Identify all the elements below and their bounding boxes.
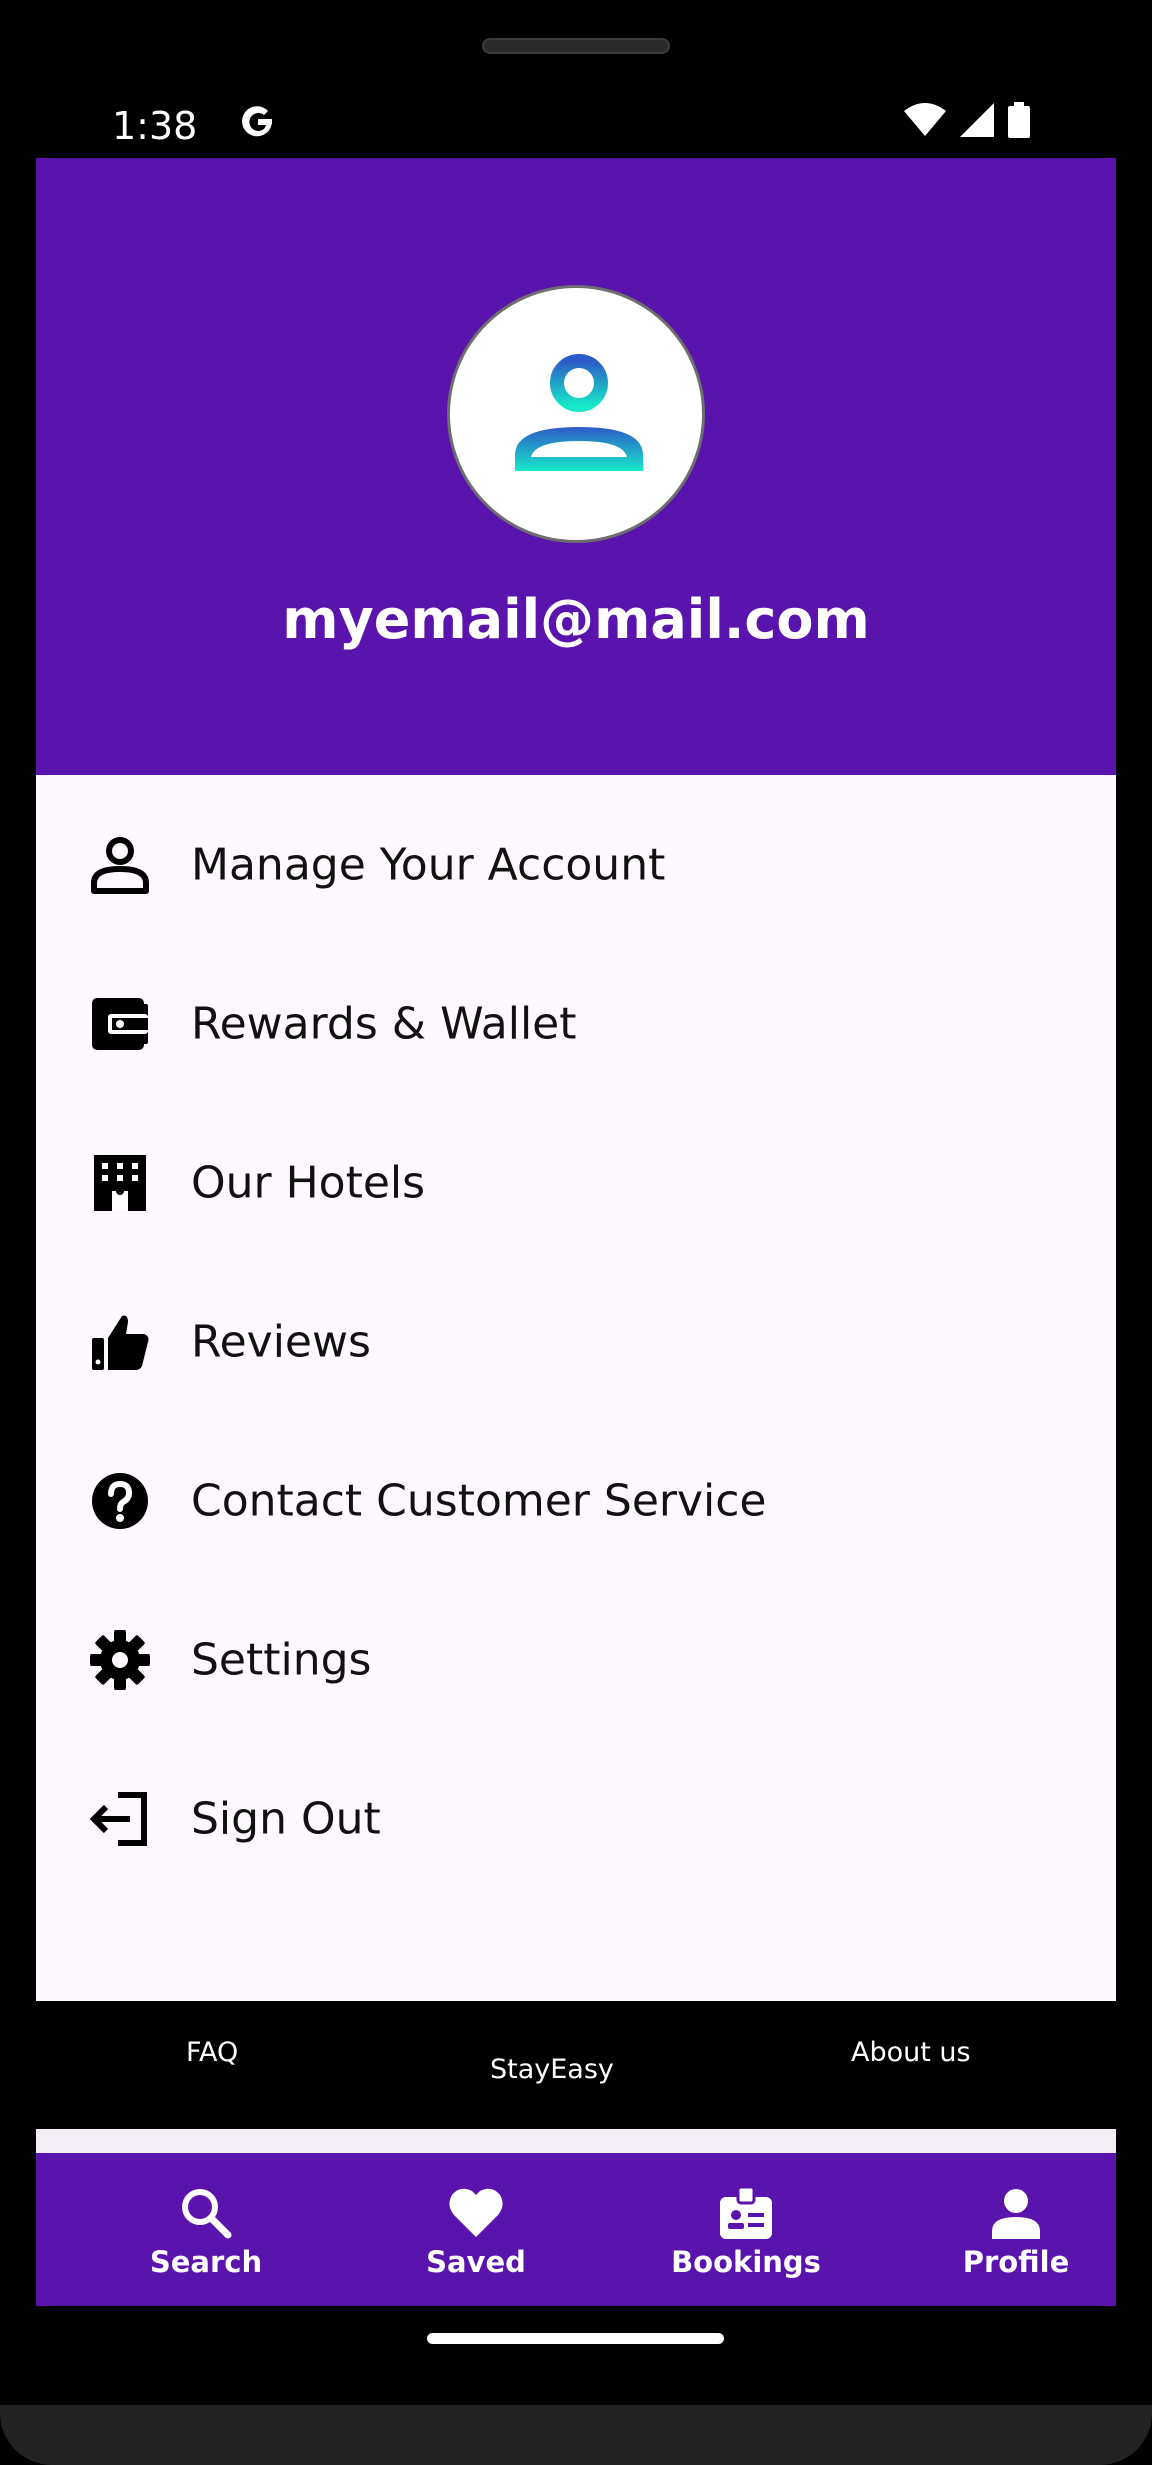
- divider: [36, 2129, 1116, 2153]
- status-bar: 1:38: [36, 92, 1116, 158]
- thumb-up-icon: [92, 1315, 149, 1370]
- menu-item-manage-account[interactable]: Manage Your Account: [36, 785, 1116, 944]
- logout-icon: [89, 1791, 147, 1846]
- nav-bookings[interactable]: Bookings: [611, 2153, 881, 2306]
- person-icon: [992, 2189, 1040, 2239]
- menu-item-rewards-wallet[interactable]: Rewards & Wallet: [36, 944, 1116, 1103]
- hotel-icon: [94, 1154, 146, 1211]
- nav-label: Profile: [962, 2245, 1070, 2279]
- speaker-grille: [482, 38, 670, 54]
- menu-item-sign-out[interactable]: Sign Out: [36, 1739, 1116, 1898]
- profile-header: myemail@mail.com: [36, 158, 1116, 775]
- heart-icon: [449, 2188, 503, 2237]
- wifi-icon: [904, 103, 946, 136]
- user-email: myemail@mail.com: [282, 588, 870, 651]
- home-indicator[interactable]: [427, 2333, 724, 2344]
- nav-profile[interactable]: Profile: [881, 2153, 1116, 2306]
- menu-item-reviews[interactable]: Reviews: [36, 1262, 1116, 1421]
- menu-item-label: Settings: [191, 1634, 372, 1685]
- bottom-navigation: Search Saved Bookings Profile: [36, 2153, 1116, 2306]
- gear-icon: [90, 1629, 150, 1690]
- menu-item-label: Contact Customer Service: [191, 1475, 767, 1526]
- menu-item-label: Sign Out: [191, 1793, 381, 1844]
- menu-item-contact-service[interactable]: Contact Customer Service: [36, 1421, 1116, 1580]
- footer: FAQ StayEasy About us: [36, 2001, 1116, 2129]
- person-outline-icon: [91, 836, 149, 894]
- account-menu: Manage Your Account Rewards & Wallet Our…: [36, 775, 1116, 2000]
- person-icon: [515, 354, 643, 471]
- menu-item-our-hotels[interactable]: Our Hotels: [36, 1103, 1116, 1262]
- google-icon: [242, 106, 273, 137]
- battery-icon: [1008, 102, 1030, 138]
- brand-name: StayEasy: [490, 2054, 614, 2085]
- search-icon: [182, 2189, 232, 2239]
- device-frame: 1:38 myemail@mail.com Manage Your Accoun…: [0, 0, 1152, 2465]
- avatar[interactable]: [447, 285, 705, 543]
- menu-item-label: Our Hotels: [191, 1157, 426, 1208]
- app-screen: myemail@mail.com Manage Your Account Rew…: [36, 158, 1116, 2306]
- nav-search[interactable]: Search: [71, 2153, 341, 2306]
- signal-icon: [960, 103, 994, 137]
- menu-item-settings[interactable]: Settings: [36, 1580, 1116, 1739]
- help-circle-icon: [92, 1472, 148, 1529]
- wallet-icon: [92, 997, 148, 1050]
- menu-item-label: Reviews: [191, 1316, 371, 1367]
- nav-label: Bookings: [671, 2245, 821, 2279]
- device-chin: [0, 2405, 1152, 2465]
- faq-link[interactable]: FAQ: [186, 2037, 238, 2068]
- menu-item-label: Manage Your Account: [191, 839, 666, 890]
- nav-label: Saved: [426, 2245, 526, 2279]
- badge-icon: [720, 2185, 772, 2239]
- nav-saved[interactable]: Saved: [341, 2153, 611, 2306]
- menu-item-label: Rewards & Wallet: [191, 998, 577, 1049]
- nav-label: Search: [149, 2245, 263, 2279]
- about-link[interactable]: About us: [851, 2037, 971, 2068]
- status-time: 1:38: [112, 104, 198, 148]
